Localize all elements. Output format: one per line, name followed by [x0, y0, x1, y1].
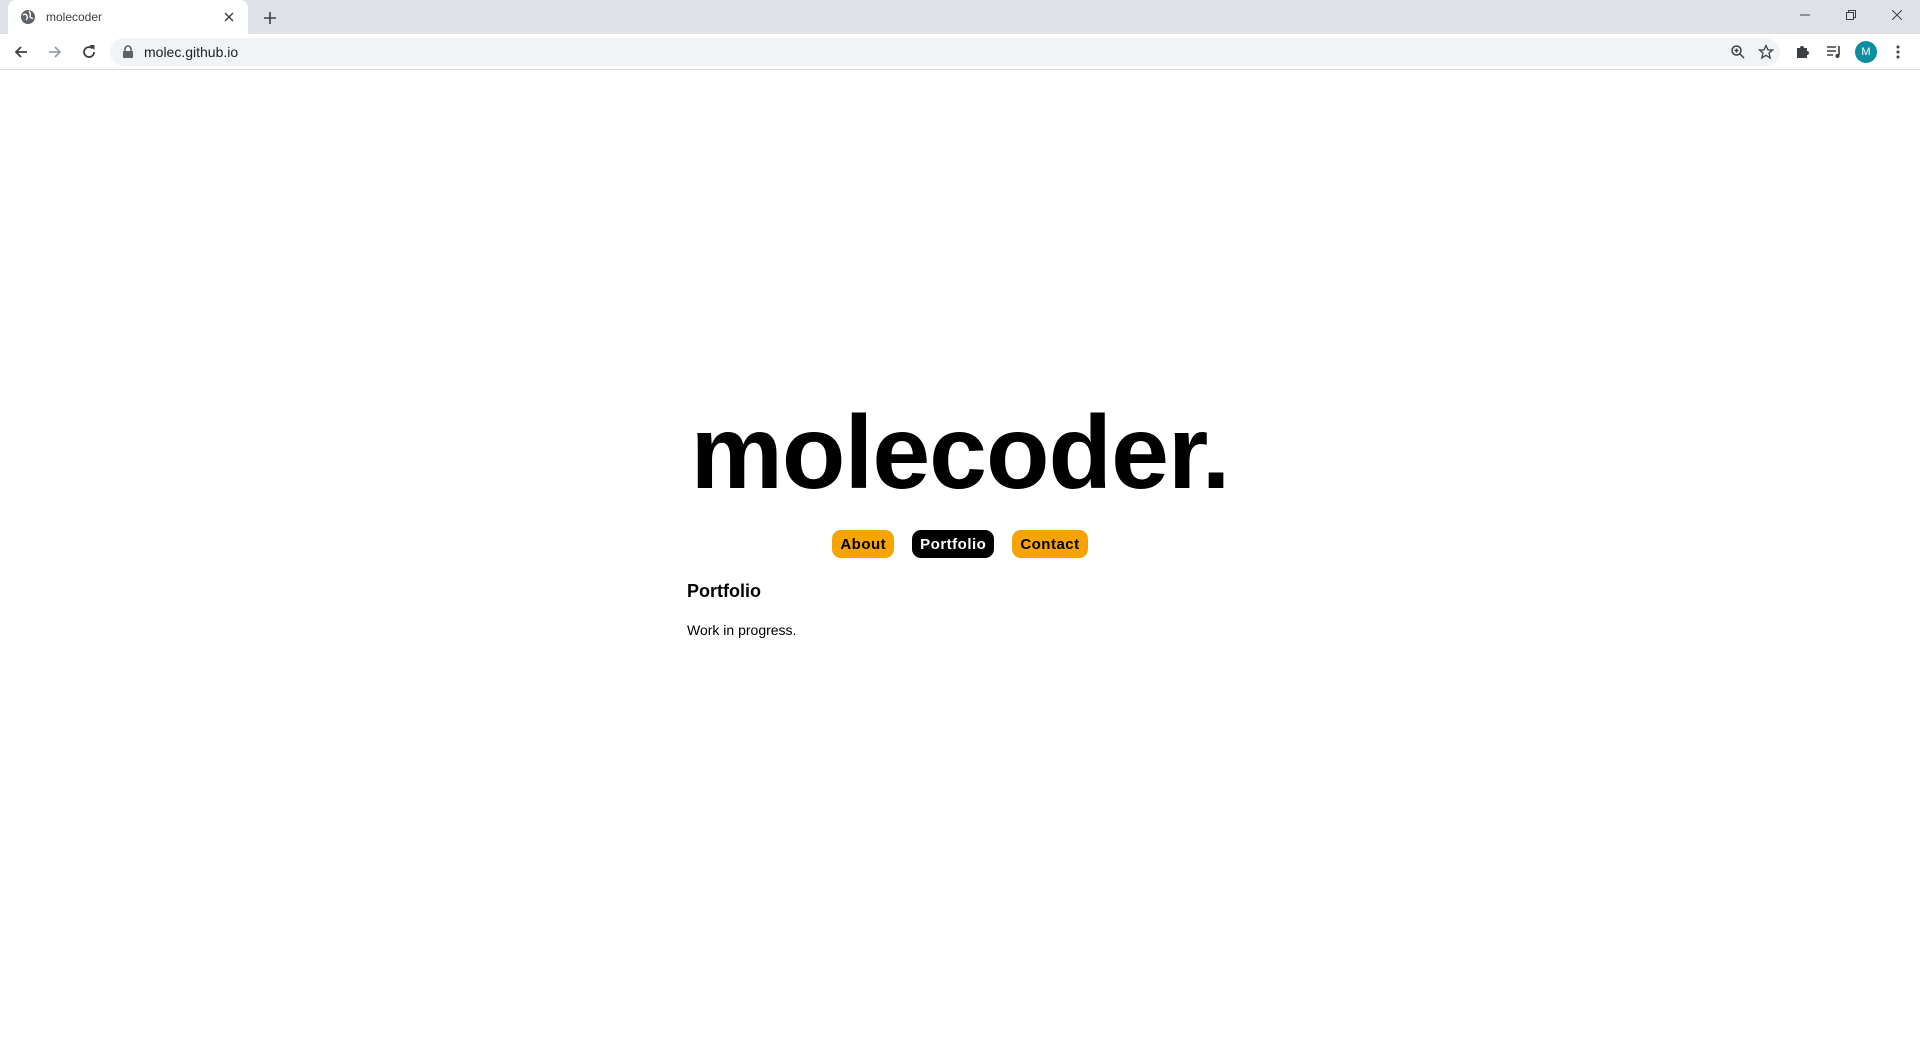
extensions-button[interactable] [1786, 37, 1818, 67]
puzzle-icon [1797, 46, 1809, 58]
restore-icon [1846, 10, 1856, 20]
back-arrow-icon [14, 45, 27, 58]
minimize-button[interactable] [1782, 0, 1828, 30]
reload-button[interactable] [74, 37, 104, 67]
close-window-button[interactable] [1874, 0, 1920, 30]
minimize-icon [1800, 14, 1810, 16]
section-heading: Portfolio [687, 581, 761, 601]
window-controls [1782, 0, 1920, 30]
portfolio-section: Portfolio Work in progress. [687, 581, 1287, 638]
globe-icon [20, 9, 36, 25]
close-icon [1892, 10, 1902, 20]
section-text: Work in progress. [687, 622, 797, 638]
playlist-icon [1827, 46, 1840, 58]
restore-button[interactable] [1828, 0, 1874, 30]
browser-tab[interactable]: molecoder [8, 0, 248, 34]
site-title: molecoder. [690, 395, 1230, 511]
tab-close-icon[interactable] [220, 8, 238, 26]
avatar: M [1855, 41, 1877, 63]
kebab-menu-icon [1896, 45, 1900, 59]
bookmark-star-icon[interactable] [1752, 38, 1780, 66]
menu-button[interactable] [1882, 37, 1914, 67]
nav-contact-link[interactable]: Contact [1012, 530, 1088, 558]
address-bar[interactable]: molec.github.io [110, 38, 1780, 66]
lock-icon[interactable] [122, 45, 136, 59]
tab-strip: molecoder [0, 0, 1920, 34]
tab-title: molecoder [46, 10, 103, 24]
plus-icon [264, 12, 276, 24]
nav-about-link[interactable]: About [832, 530, 895, 558]
site-nav: About Portfolio Contact [0, 530, 1920, 558]
back-button[interactable] [6, 37, 36, 67]
browser-toolbar: molec.github.io M [0, 34, 1920, 70]
url-text[interactable]: molec.github.io [144, 44, 1724, 60]
toolbar-actions: M [1786, 37, 1914, 67]
forward-arrow-icon [49, 45, 62, 58]
new-tab-button[interactable] [258, 6, 282, 30]
nav-portfolio-link[interactable]: Portfolio [912, 530, 995, 558]
page-viewport: molecoder. About Portfolio Contact Portf… [0, 71, 1920, 1040]
profile-button[interactable]: M [1850, 37, 1882, 67]
media-control-button[interactable] [1818, 37, 1850, 67]
reload-icon [83, 44, 95, 58]
forward-button[interactable] [40, 37, 70, 67]
zoom-icon[interactable] [1724, 38, 1752, 66]
